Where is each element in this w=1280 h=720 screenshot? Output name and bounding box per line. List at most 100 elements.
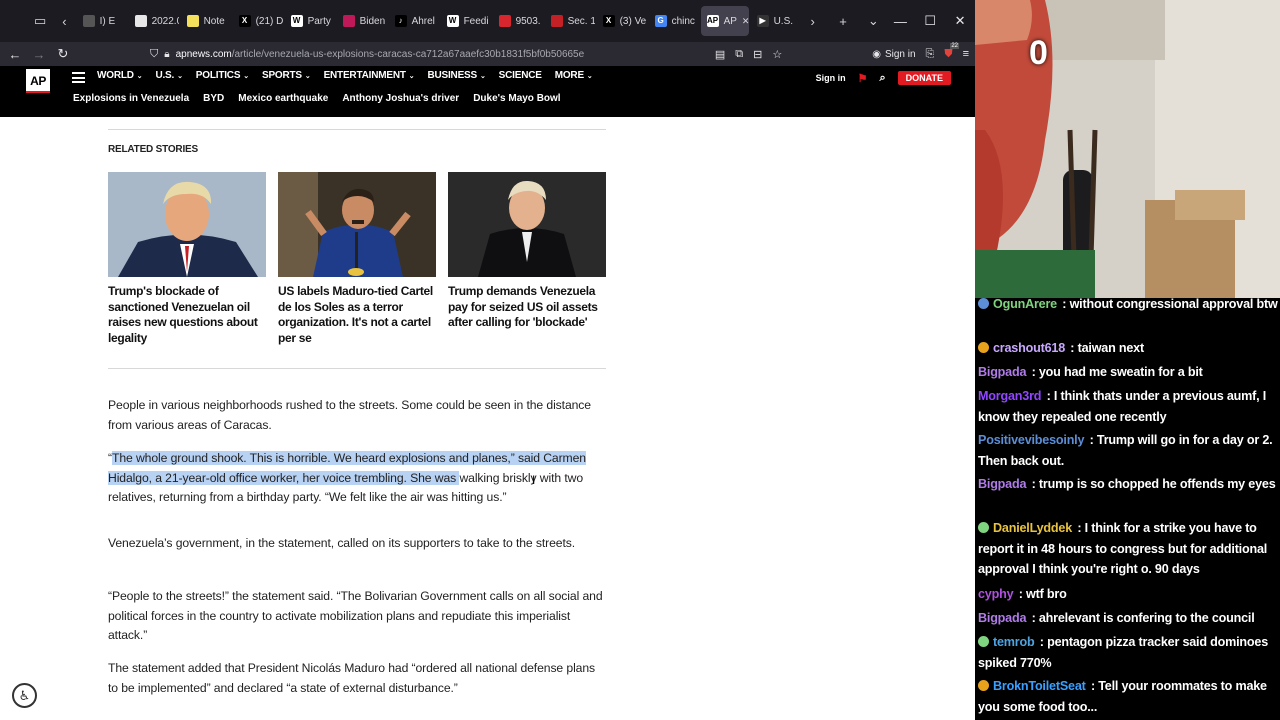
chat-username[interactable]: Bigpada (978, 611, 1026, 625)
tab-favicon-icon: ▶ (756, 15, 769, 27)
related-story-title[interactable]: US labels Maduro-tied Cartel de los Sole… (278, 284, 436, 346)
chat-username[interactable]: crashout618 (993, 341, 1065, 355)
browser-tab[interactable]: Biden (337, 6, 387, 36)
save-page-icon[interactable]: ⊟ (753, 48, 762, 61)
new-tab-icon[interactable]: + (831, 8, 855, 34)
related-story-image[interactable] (448, 172, 606, 277)
address-bar[interactable]: ⛉ 🔒︎ apnews.com/article/venezuela-us-exp… (150, 44, 770, 64)
search-icon[interactable]: ⌕ (879, 72, 885, 85)
tabs-scroll-left-icon[interactable]: ‹ (52, 8, 76, 34)
chat-username[interactable]: Positivevibesoinly (978, 433, 1084, 447)
trending-link[interactable]: Mexico earthquake (238, 93, 328, 104)
chevron-down-icon: ⌄ (479, 73, 486, 80)
nav-item-label: ENTERTAINMENT (323, 70, 406, 81)
nav-item-us[interactable]: U.S. ⌄ (155, 70, 183, 81)
accessibility-icon[interactable]: ♿︎ (12, 683, 37, 708)
chat-username[interactable]: temrob (993, 635, 1035, 649)
nav-item-more[interactable]: MORE ⌄ (555, 70, 593, 81)
nav-item-sports[interactable]: SPORTS ⌄ (262, 70, 311, 81)
chat-username[interactable]: Bigpada (978, 365, 1026, 379)
chat-username[interactable]: OgunArere (993, 298, 1057, 311)
browser-tab[interactable]: X (3) Ve (597, 6, 647, 36)
browser-tab[interactable]: Note (181, 6, 231, 36)
minimize-icon[interactable]: — (885, 14, 915, 29)
tab-favicon-icon: X (602, 15, 615, 27)
tabs-scroll-right-icon[interactable]: › (801, 8, 825, 34)
chevron-down-icon: ⌄ (136, 73, 143, 80)
related-story-card[interactable]: Trump's blockade of sanctioned Venezuela… (108, 172, 266, 346)
close-window-icon[interactable]: ✕ (945, 13, 975, 29)
ublock-icon[interactable]: ⛊ 22 (944, 42, 960, 61)
browser-tab[interactable]: Sec. 1 (545, 6, 595, 36)
nav-item-business[interactable]: BUSINESS ⌄ (427, 70, 485, 81)
browser-tab[interactable]: I) E (77, 6, 127, 36)
maximize-icon[interactable]: ☐ (915, 13, 945, 29)
related-story-title[interactable]: Trump demands Venezuela pay for seized U… (448, 284, 606, 331)
related-story-title[interactable]: Trump's blockade of sanctioned Venezuela… (108, 284, 266, 346)
related-story-image[interactable] (108, 172, 266, 277)
nav-item-politics[interactable]: POLITICS ⌄ (196, 70, 249, 81)
chat-badge-icon (978, 680, 989, 691)
browser-tab[interactable]: ♪ Ahrel (389, 6, 439, 36)
browser-tab[interactable]: W Party (285, 6, 335, 36)
tab-favicon-icon (82, 15, 95, 27)
reload-icon[interactable]: ↻ (51, 42, 75, 66)
tab-label: U.S. (773, 15, 794, 27)
notifications-icon[interactable]: ⚑ (858, 72, 868, 85)
nav-item-world[interactable]: WORLD ⌄ (97, 70, 143, 81)
text-cursor-icon: I (532, 473, 536, 487)
browser-tab[interactable]: AP AP ✕ (700, 6, 749, 36)
chat-message: Bigpada : trump is so chopped he offends… (978, 474, 1278, 495)
chat-username[interactable]: BroknToiletSeat (993, 679, 1086, 693)
tab-list-icon[interactable]: ⌄ (861, 8, 885, 34)
related-story-card[interactable]: Trump demands Venezuela pay for seized U… (448, 172, 606, 331)
tab-strip: I) E 2022.03.1 Note X (21) D W Party Biden ♪ Ahre… (77, 6, 801, 36)
browser-tab[interactable]: 2022.03.1 (129, 6, 179, 36)
lock-icon[interactable]: 🔒︎ (164, 49, 169, 60)
browser-tab[interactable]: 9503. (493, 6, 543, 36)
chat-separator: : (1036, 635, 1048, 649)
chat-text: taiwan next (1077, 341, 1145, 355)
shield-icon[interactable]: ⛉ (150, 48, 158, 61)
trending-link[interactable]: Explosions in Venezuela (73, 93, 189, 104)
browser-tab[interactable]: ▶ U.S. (751, 6, 801, 36)
hamburger-menu-icon[interactable] (72, 72, 85, 83)
tab-label: (3) Ve (619, 15, 647, 27)
nav-item-label: U.S. (155, 70, 175, 81)
nav-item-science[interactable]: SCIENCE (499, 70, 542, 81)
chat-username[interactable]: DanielLyddek (993, 521, 1072, 535)
trending-link[interactable]: Anthony Joshua's driver (342, 93, 459, 104)
browser-tab[interactable]: X (21) D (233, 6, 283, 36)
back-icon[interactable]: ← (3, 42, 27, 66)
chat-separator: : (1028, 477, 1039, 491)
nav-item-label: MORE (554, 70, 584, 81)
related-story-image[interactable] (278, 172, 436, 277)
related-story-card[interactable]: US labels Maduro-tied Cartel de los Sole… (278, 172, 436, 346)
account-sign-in-button[interactable]: ◉ Sign in (872, 49, 915, 60)
tab-overview-icon[interactable]: ▭ (28, 8, 52, 34)
donate-button[interactable]: DONATE (897, 71, 951, 85)
browser-tab[interactable]: Gchinc (649, 6, 699, 36)
reader-view-icon[interactable]: ▤ (715, 48, 725, 61)
close-tab-icon[interactable]: ✕ (742, 16, 749, 27)
forward-icon[interactable]: → (27, 42, 51, 66)
chat-username[interactable]: cyphy (978, 587, 1014, 601)
tab-label: Sec. 1 (567, 15, 595, 27)
screenshot-icon[interactable]: ⧉ (735, 48, 743, 61)
extensions-icon[interactable]: ⎘ (926, 48, 935, 61)
nav-item-entertainment[interactable]: ENTERTAINMENT ⌄ (324, 70, 415, 81)
bookmark-star-icon[interactable]: ☆ (772, 48, 782, 61)
chat-text: without congressional approval btw (1069, 298, 1278, 311)
app-menu-icon[interactable]: ≡ (963, 48, 969, 60)
article-paragraph: “People to the streets!” the statement s… (108, 589, 603, 642)
chat-username[interactable]: Bigpada (978, 477, 1026, 491)
trending-link[interactable]: BYD (203, 93, 224, 104)
chat-badge-icon (978, 342, 989, 353)
ap-sign-in-link[interactable]: Sign in (816, 73, 846, 83)
chat-username[interactable]: Morgan3rd (978, 389, 1041, 403)
chat-message: crashout618 : taiwan next (978, 338, 1278, 359)
toolbar-right: ▤ ⧉ ⊟ ☆ ◉ Sign in ⎘ ⛊ 22 ≡ (715, 42, 969, 66)
browser-tab[interactable]: W Feedi (441, 6, 491, 36)
ap-logo[interactable]: AP (26, 69, 50, 93)
trending-link[interactable]: Duke's Mayo Bowl (473, 93, 560, 104)
